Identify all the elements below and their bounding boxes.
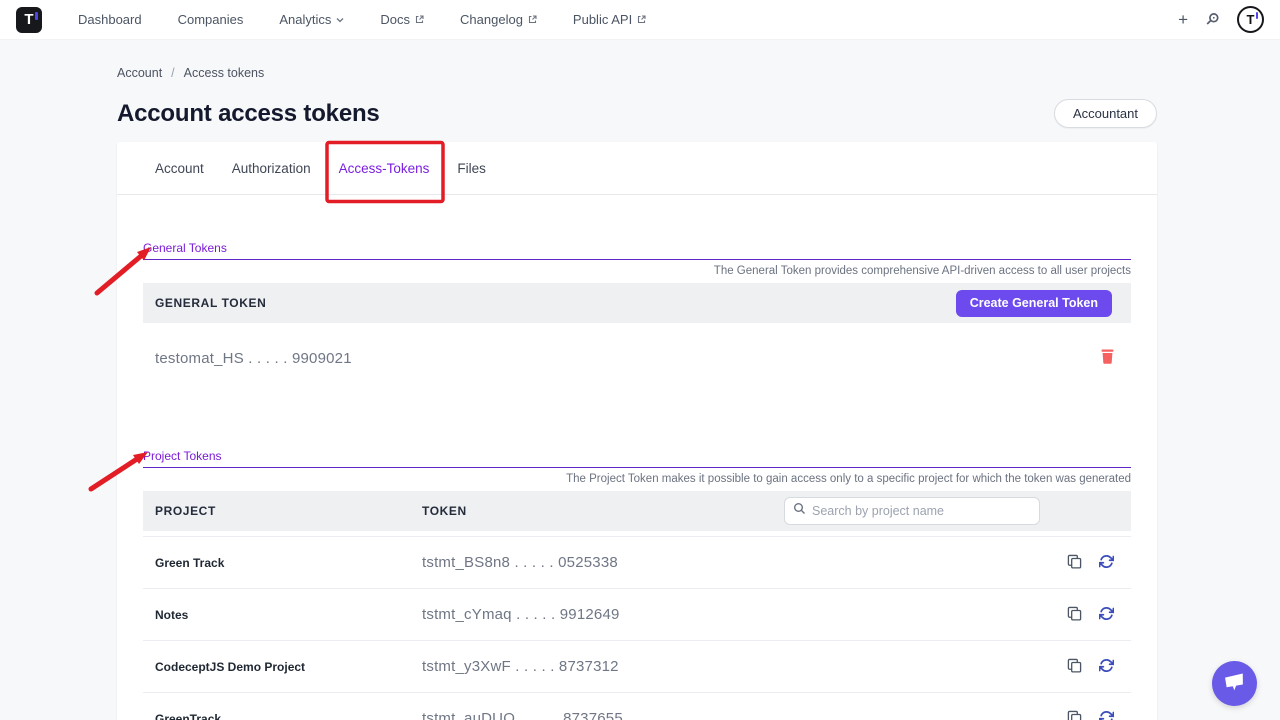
project-token-value: tstmt_auDUO . . . . . 8737655 xyxy=(422,710,1067,720)
copy-icon xyxy=(1067,554,1082,572)
general-token-row: testomat_HS . . . . . 9909021 xyxy=(143,323,1131,367)
magnifier-icon xyxy=(793,502,806,520)
project-name: GreenTrack xyxy=(155,712,422,720)
settings-card: Account Authorization Access-Tokens File… xyxy=(117,142,1157,720)
regenerate-token-button[interactable] xyxy=(1099,606,1114,624)
general-tokens-description: The General Token provides comprehensive… xyxy=(143,265,1131,277)
project-token-value: tstmt_cYmaq . . . . . 9912649 xyxy=(422,606,1067,623)
chevron-down-icon xyxy=(336,17,344,23)
breadcrumb-account[interactable]: Account xyxy=(117,66,162,80)
project-token-value: tstmt_y3XwF . . . . . 8737312 xyxy=(422,658,1067,675)
regenerate-token-button[interactable] xyxy=(1099,658,1114,676)
breadcrumb: Account / Access tokens xyxy=(117,66,1157,80)
search-input[interactable] xyxy=(812,504,1031,518)
project-table-header-bar: PROJECT TOKEN xyxy=(143,491,1131,531)
copy-token-button[interactable] xyxy=(1067,606,1082,624)
table-row: GreenTrack tstmt_auDUO . . . . . 8737655 xyxy=(143,692,1131,720)
nav-item-analytics[interactable]: Analytics xyxy=(279,12,344,27)
project-tokens-description: The Project Token makes it possible to g… xyxy=(143,473,1131,485)
regenerate-token-button[interactable] xyxy=(1099,554,1114,572)
project-name: Green Track xyxy=(155,556,422,570)
table-row: CodeceptJS Demo Project tstmt_y3XwF . . … xyxy=(143,640,1131,692)
accountant-role-button[interactable]: Accountant xyxy=(1054,99,1157,128)
copy-icon xyxy=(1067,658,1082,676)
logo-accent-mark xyxy=(35,12,38,20)
copy-token-button[interactable] xyxy=(1067,554,1082,572)
create-general-token-button[interactable]: Create General Token xyxy=(956,290,1112,317)
general-token-header-bar: GENERAL TOKEN Create General Token xyxy=(143,283,1131,323)
breadcrumb-access-tokens[interactable]: Access tokens xyxy=(184,66,265,80)
plus-icon[interactable]: + xyxy=(1178,11,1188,28)
refresh-icon xyxy=(1099,710,1114,720)
project-search-box xyxy=(784,497,1040,525)
nav-item-public-api[interactable]: Public API xyxy=(573,12,646,27)
general-tokens-section: General Tokens The General Token provide… xyxy=(117,239,1157,367)
general-tokens-heading: General Tokens xyxy=(143,241,227,255)
regenerate-token-button[interactable] xyxy=(1099,710,1114,720)
table-row: Green Track tstmt_BS8n8 . . . . . 052533… xyxy=(143,536,1131,588)
general-token-value: testomat_HS . . . . . 9909021 xyxy=(155,350,352,367)
top-navbar: T Dashboard Companies Analytics Docs Cha… xyxy=(0,0,1280,40)
project-tokens-section: Project Tokens The Project Token makes i… xyxy=(117,447,1157,720)
tab-bar: Account Authorization Access-Tokens File… xyxy=(117,142,1157,195)
page-title: Account access tokens xyxy=(117,100,380,128)
chat-widget-button[interactable] xyxy=(1212,661,1257,706)
avatar-accent-mark xyxy=(1256,12,1259,19)
refresh-icon xyxy=(1099,606,1114,624)
app-logo[interactable]: T xyxy=(16,7,42,33)
trash-icon xyxy=(1101,349,1114,367)
general-token-column-header: GENERAL TOKEN xyxy=(155,296,266,310)
column-header-project: PROJECT xyxy=(155,504,422,518)
column-header-token: TOKEN xyxy=(422,504,784,518)
external-link-icon xyxy=(637,15,646,24)
breadcrumb-separator: / xyxy=(171,66,174,80)
chat-bubble-icon xyxy=(1223,672,1246,695)
project-name: CodeceptJS Demo Project xyxy=(155,660,422,674)
project-token-value: tstmt_BS8n8 . . . . . 0525338 xyxy=(422,554,1067,571)
external-link-icon xyxy=(415,15,424,24)
tab-authorization[interactable]: Authorization xyxy=(232,161,311,176)
copy-token-button[interactable] xyxy=(1067,658,1082,676)
tab-files[interactable]: Files xyxy=(457,161,486,176)
copy-icon xyxy=(1067,710,1082,720)
tab-access-tokens[interactable]: Access-Tokens xyxy=(339,161,430,176)
refresh-icon xyxy=(1099,554,1114,572)
external-link-icon xyxy=(528,15,537,24)
nav-item-docs[interactable]: Docs xyxy=(380,12,424,27)
project-tokens-heading-row: Project Tokens xyxy=(143,447,1131,468)
project-token-rows: Green Track tstmt_BS8n8 . . . . . 052533… xyxy=(143,536,1131,720)
project-tokens-heading: Project Tokens xyxy=(143,449,222,463)
nav-item-dashboard[interactable]: Dashboard xyxy=(78,12,142,27)
project-name: Notes xyxy=(155,608,422,622)
user-avatar[interactable]: T xyxy=(1237,6,1264,33)
tab-account[interactable]: Account xyxy=(155,161,204,176)
refresh-icon xyxy=(1099,658,1114,676)
copy-icon xyxy=(1067,606,1082,624)
general-tokens-heading-row: General Tokens xyxy=(143,239,1131,260)
copy-token-button[interactable] xyxy=(1067,710,1082,720)
nav-item-changelog[interactable]: Changelog xyxy=(460,12,537,27)
table-row: Notes tstmt_cYmaq . . . . . 9912649 xyxy=(143,588,1131,640)
nav-item-companies[interactable]: Companies xyxy=(178,12,244,27)
app-logo-letter: T xyxy=(24,11,33,28)
delete-token-button[interactable] xyxy=(1101,349,1114,367)
search-icon[interactable] xyxy=(1205,12,1220,27)
